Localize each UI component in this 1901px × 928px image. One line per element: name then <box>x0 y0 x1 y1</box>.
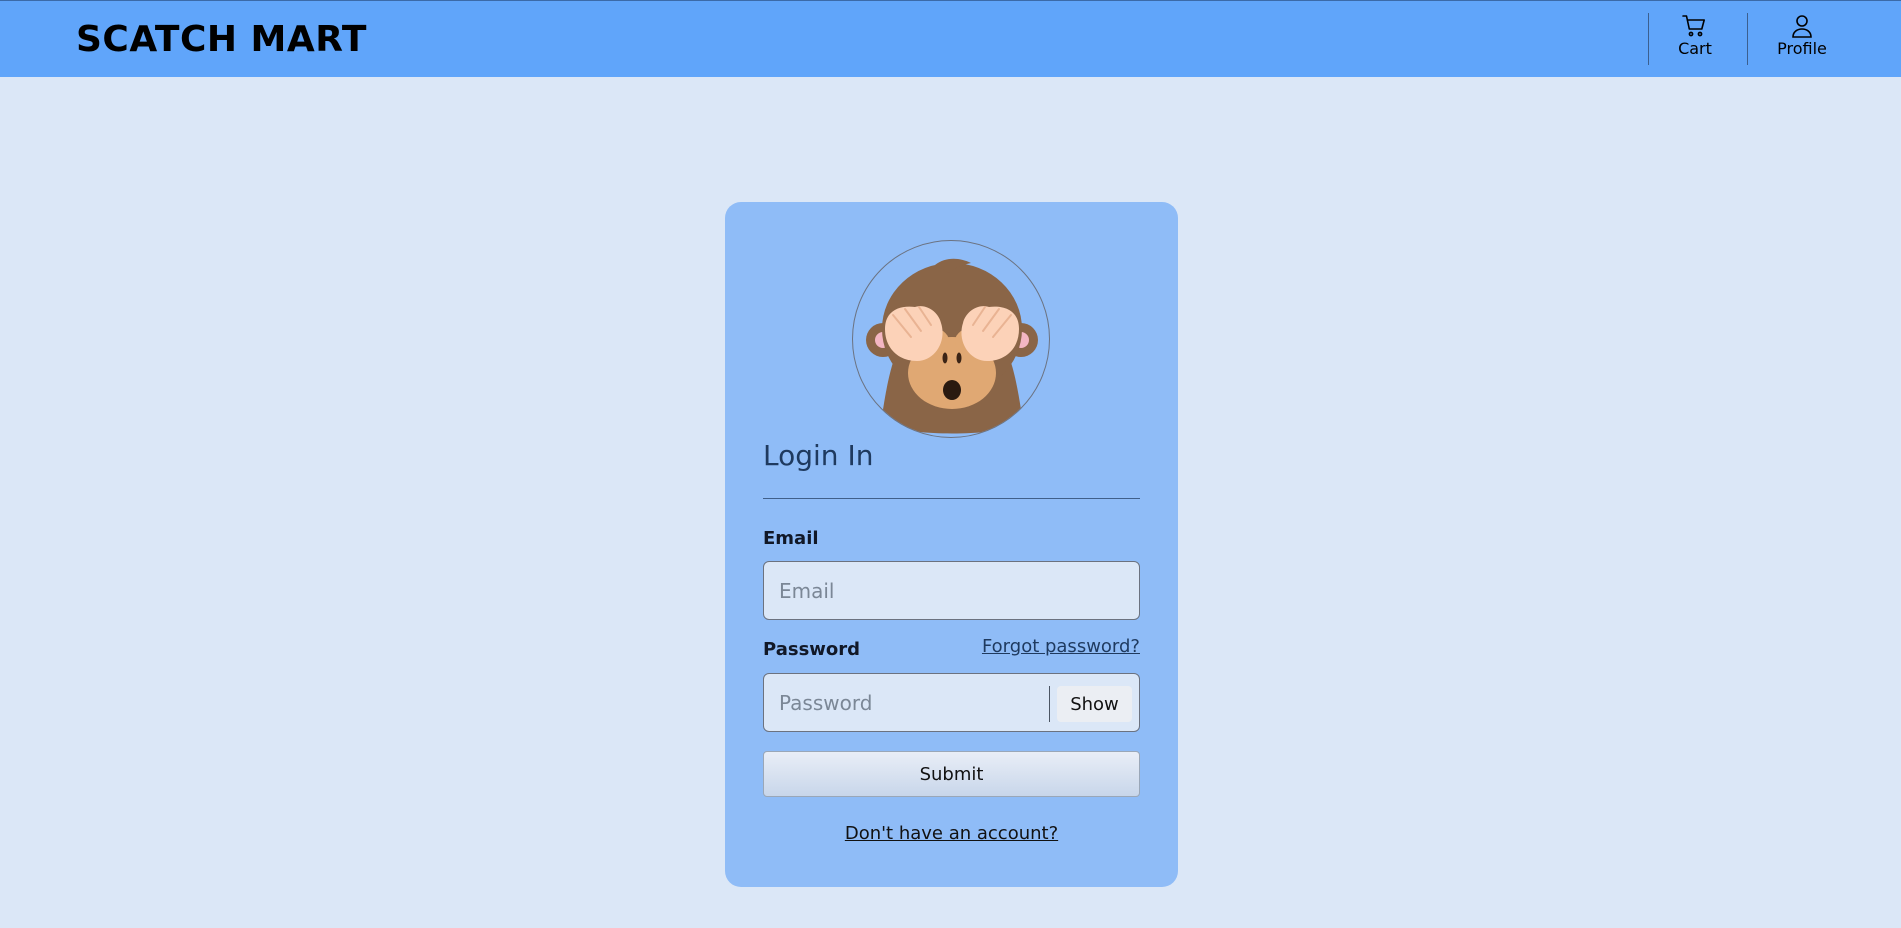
login-card: Login In Email Password Forgot password?… <box>725 202 1178 887</box>
user-icon <box>1790 14 1814 38</box>
password-input[interactable] <box>764 674 1049 731</box>
password-field-container: Show <box>763 673 1140 732</box>
cart-nav-item[interactable]: Cart <box>1655 14 1735 66</box>
nav-divider <box>1648 13 1649 65</box>
cart-icon <box>1681 14 1709 38</box>
nav-divider <box>1747 13 1748 65</box>
submit-button[interactable]: Submit <box>763 751 1140 797</box>
show-password-button[interactable]: Show <box>1057 686 1132 722</box>
email-label: Email <box>763 528 819 549</box>
brand-logo[interactable]: SCATCH MART <box>76 19 367 60</box>
password-label: Password <box>763 639 861 660</box>
password-field-separator <box>1049 686 1050 722</box>
email-field-container <box>763 561 1140 620</box>
top-navbar: SCATCH MART Cart Profile <box>0 0 1901 77</box>
forgot-password-link[interactable]: Forgot password? <box>982 636 1140 657</box>
profile-nav-item[interactable]: Profile <box>1762 14 1842 66</box>
profile-label: Profile <box>1777 39 1827 58</box>
cart-label: Cart <box>1678 39 1712 58</box>
login-title: Login In <box>763 439 874 472</box>
email-input[interactable] <box>764 562 1139 619</box>
signup-link[interactable]: Don't have an account? <box>725 823 1178 844</box>
monkey-covering-eyes-icon <box>852 240 1050 438</box>
divider <box>763 498 1140 499</box>
